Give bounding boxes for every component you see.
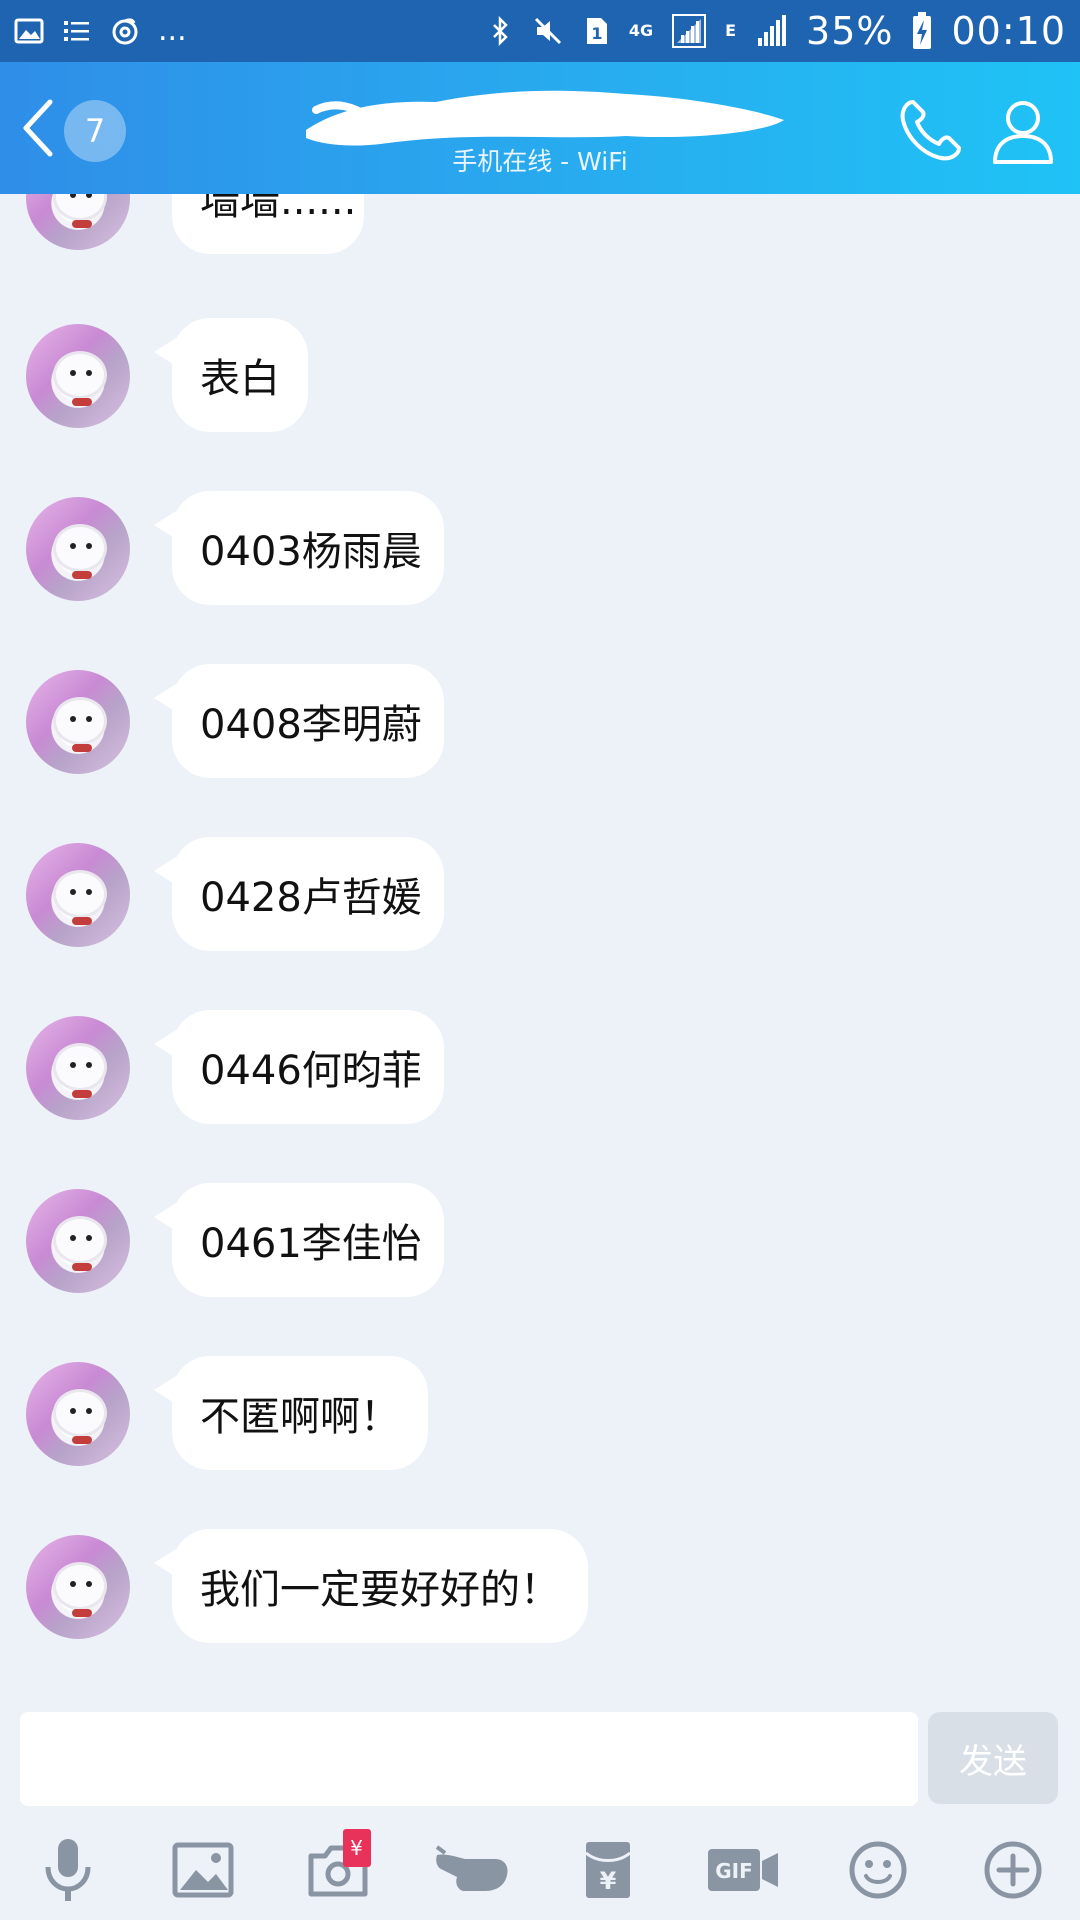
contact-avatar[interactable] — [26, 324, 130, 428]
list-icon — [64, 21, 89, 41]
input-toolbar: ¥ ¥ GIF — [0, 1820, 1080, 1920]
battery-percent: 35% — [806, 9, 894, 53]
battery-charging-icon — [913, 12, 932, 49]
contact-avatar[interactable] — [26, 1189, 130, 1293]
red-packet-button[interactable]: ¥ — [563, 1825, 653, 1915]
red-packet-badge: ¥ — [342, 1829, 371, 1867]
network-e-label: E — [725, 21, 737, 40]
more-notifications: ... — [158, 13, 187, 48]
gallery-icon — [14, 18, 44, 44]
red-packet-icon: ¥ — [584, 1842, 631, 1898]
message-list[interactable]: 墙墙...... 表白 0403杨雨晨 0408李明蔚 0428卢哲媛 0446… — [0, 194, 1080, 1694]
status-bar: ... 1 4G E 35% 00:10 — [0, 0, 1080, 62]
signal-4g-icon — [672, 14, 707, 48]
contact-avatar[interactable] — [26, 670, 130, 774]
voice-button[interactable] — [23, 1825, 113, 1915]
plus-icon — [984, 1841, 1041, 1899]
contact-avatar[interactable] — [26, 194, 130, 250]
sim-slot-label: 1 — [591, 24, 602, 43]
bluetooth-icon — [492, 16, 508, 46]
message-row: 0403杨雨晨 — [0, 491, 1080, 611]
phone-icon[interactable] — [895, 96, 965, 166]
message-row: 我们一定要好好的！ — [0, 1529, 1080, 1649]
message-bubble[interactable]: 0428卢哲媛 — [154, 837, 444, 951]
input-row: 发送 — [0, 1710, 1080, 1806]
chat-header: 7 手机在线 - WiFi — [0, 62, 1080, 194]
message-row: 墙墙...... — [0, 194, 1080, 260]
music-app-icon — [112, 18, 138, 45]
red-packet-symbol: ¥ — [599, 1867, 616, 1895]
image-icon — [172, 1842, 233, 1898]
mute-icon — [534, 17, 561, 45]
network-4g-label: 4G — [628, 21, 654, 40]
sim-icon: 1 — [586, 18, 607, 44]
message-row: 0408李明蔚 — [0, 664, 1080, 784]
message-row: 不匿啊啊！ — [0, 1356, 1080, 1476]
message-bubble[interactable]: 不匿啊啊！ — [154, 1356, 428, 1470]
microphone-icon — [45, 1839, 90, 1901]
message-bubble[interactable]: 0403杨雨晨 — [154, 491, 444, 605]
clock: 00:10 — [951, 9, 1066, 53]
more-button[interactable] — [968, 1825, 1058, 1915]
contact-avatar[interactable] — [26, 1362, 130, 1466]
camera-button[interactable]: ¥ — [293, 1825, 383, 1915]
contact-avatar[interactable] — [26, 497, 130, 601]
send-button[interactable]: 发送 — [928, 1712, 1058, 1804]
poke-hand-icon — [435, 1845, 507, 1891]
message-bubble[interactable]: 我们一定要好好的！ — [154, 1529, 588, 1643]
message-bubble[interactable]: 表白 — [154, 318, 308, 432]
image-button[interactable] — [158, 1825, 248, 1915]
message-row: 0446何昀菲 — [0, 1010, 1080, 1130]
contact-avatar[interactable] — [26, 1016, 130, 1120]
message-input[interactable] — [20, 1712, 918, 1806]
contact-avatar[interactable] — [26, 1535, 130, 1639]
profile-icon[interactable] — [990, 96, 1056, 166]
contact-avatar[interactable] — [26, 843, 130, 947]
poke-button[interactable] — [428, 1825, 518, 1915]
message-bubble[interactable]: 0408李明蔚 — [154, 664, 444, 778]
gif-label: GIF — [715, 1859, 753, 1883]
message-bubble[interactable]: 0446何昀菲 — [154, 1010, 444, 1124]
gif-video-button[interactable]: GIF — [698, 1825, 788, 1915]
gif-video-icon: GIF — [707, 1849, 778, 1891]
message-bubble[interactable]: 0461李佳怡 — [154, 1183, 444, 1297]
message-row: 表白 — [0, 318, 1080, 438]
message-row: 0428卢哲媛 — [0, 837, 1080, 957]
emoji-button[interactable] — [833, 1825, 923, 1915]
message-row: 0461李佳怡 — [0, 1183, 1080, 1303]
emoji-icon — [849, 1841, 906, 1899]
message-bubble[interactable]: 墙墙...... — [172, 194, 364, 254]
signal-icon — [758, 15, 787, 46]
